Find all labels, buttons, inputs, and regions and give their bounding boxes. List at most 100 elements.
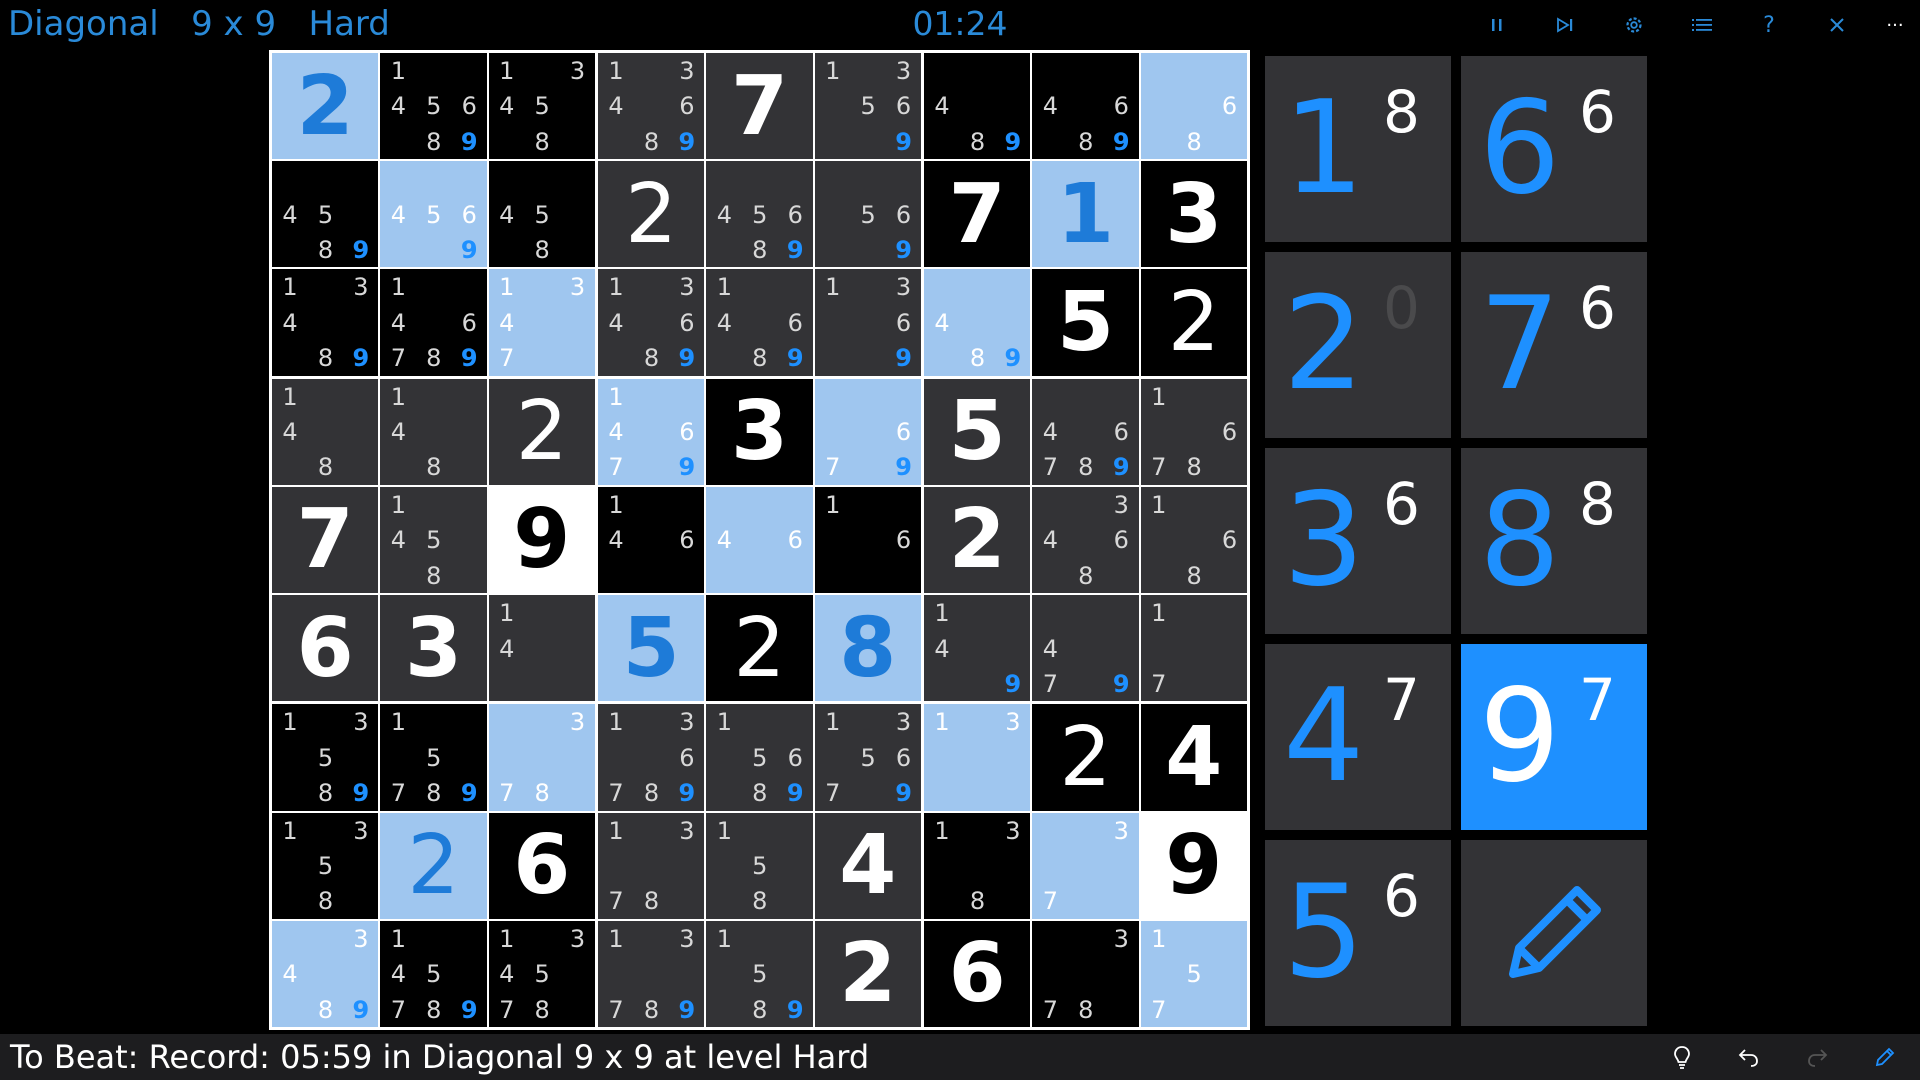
cell-r8c5[interactable]: 15 8 [706,812,813,919]
cell-r3c5[interactable]: 1 4 689 [706,269,813,376]
cell-r5c6[interactable]: 16 [814,486,921,594]
cell-r3c9[interactable]: 2 [1140,269,1247,376]
cell-r4c5[interactable]: 3 [706,378,813,485]
numpad-key-7[interactable]: 76 [1461,252,1647,438]
cell-r2c3[interactable]: 45 8 [488,161,595,268]
cell-r3c4[interactable]: 1 3 4 689 [598,269,705,376]
cell-r7c3[interactable]: 3 78 [488,704,595,811]
cell-r7c8[interactable]: 2 [1032,704,1139,811]
numpad-key-2[interactable]: 20 [1265,252,1451,438]
cell-r3c3[interactable]: 1 3 4 7 [488,269,595,376]
cell-r1c9[interactable]: 68 [1140,53,1247,160]
numpad-key-8[interactable]: 88 [1461,448,1647,634]
cell-r6c7[interactable]: 1 4 9 [924,595,1031,702]
cell-r4c7[interactable]: 5 [924,378,1031,485]
cell-r2c6[interactable]: 56 9 [814,161,921,268]
cell-r8c1[interactable]: 1 35 8 [272,812,379,919]
lightbulb-icon[interactable] [1665,1040,1699,1074]
edit-pencil-icon[interactable] [1868,1040,1902,1074]
numpad-key-4[interactable]: 47 [1265,644,1451,830]
cell-r7c6[interactable]: 1 356 7 9 [814,704,921,811]
numpad-key-6[interactable]: 66 [1461,56,1647,242]
cell-r6c8[interactable]: 4 7 9 [1032,595,1139,702]
pencil-mode-button[interactable] [1461,840,1647,1026]
more-icon[interactable]: ··· [1878,8,1912,42]
cell-r9c1[interactable]: 3 489 [272,920,379,1027]
cell-r5c9[interactable]: 1 68 [1140,486,1247,594]
cell-r9c8[interactable]: 3 78 [1032,920,1139,1027]
cell-r1c3[interactable]: 1 3 45 8 [488,53,595,160]
cell-r4c9[interactable]: 1678 [1140,378,1247,485]
cell-r8c9[interactable]: 9 [1140,812,1247,919]
help-icon[interactable]: ? [1752,8,1786,42]
cell-r1c4[interactable]: 1 3 4 689 [598,53,705,160]
cell-r9c5[interactable]: 1589 [706,920,813,1027]
skip-next-icon[interactable] [1548,8,1582,42]
close-icon[interactable] [1820,8,1854,42]
numpad-key-9[interactable]: 97 [1461,644,1647,830]
cell-r6c3[interactable]: 14 [488,595,595,702]
cell-r5c5[interactable]: 46 [706,486,813,594]
cell-r8c2[interactable]: 2 [380,812,487,919]
cell-r7c2[interactable]: 15789 [380,704,487,811]
cell-r3c7[interactable]: 489 [924,269,1031,376]
cell-r5c8[interactable]: 3 4 68 [1032,486,1139,594]
cell-r1c8[interactable]: 4 689 [1032,53,1139,160]
cell-r5c7[interactable]: 2 [924,486,1031,594]
numpad-key-3[interactable]: 36 [1265,448,1451,634]
cell-r6c2[interactable]: 3 [380,595,487,702]
cell-r1c5[interactable]: 7 [706,53,813,160]
cell-r4c2[interactable]: 1 48 [380,378,487,485]
cell-r8c6[interactable]: 4 [814,812,921,919]
cell-r7c7[interactable]: 13 [924,704,1031,811]
cell-r4c4[interactable]: 1 4 6 7 9 [598,378,705,485]
cell-r6c1[interactable]: 6 [272,595,379,702]
cell-r2c2[interactable]: 456 9 [380,161,487,268]
cell-r3c6[interactable]: 1 3 6 9 [814,269,921,376]
gear-icon[interactable] [1617,8,1651,42]
cell-r3c2[interactable]: 1 4 6 789 [380,269,487,376]
cell-r4c8[interactable]: 4 6 789 [1032,378,1139,485]
numpad-key-1[interactable]: 18 [1265,56,1451,242]
cell-r4c3[interactable]: 2 [488,378,595,485]
cell-r7c4[interactable]: 1 3 6 789 [598,704,705,811]
cell-r3c1[interactable]: 1 3 489 [272,269,379,376]
cell-r6c4[interactable]: 5 [598,595,705,702]
cell-r7c5[interactable]: 15689 [706,704,813,811]
cell-r2c9[interactable]: 3 [1140,161,1247,268]
cell-r9c7[interactable]: 6 [924,920,1031,1027]
cell-r9c4[interactable]: 1 3 789 [598,920,705,1027]
cell-r2c1[interactable]: 45 89 [272,161,379,268]
cell-r5c1[interactable]: 7 [272,486,379,594]
pause-icon[interactable] [1480,8,1514,42]
cell-r1c1[interactable]: 2 [272,53,379,160]
list-icon[interactable] [1685,8,1719,42]
cell-r2c7[interactable]: 7 [924,161,1031,268]
undo-icon[interactable] [1732,1040,1766,1074]
cell-r2c8[interactable]: 1 [1032,161,1139,268]
cell-r9c2[interactable]: 1 45789 [380,920,487,1027]
cell-r9c9[interactable]: 157 [1140,920,1247,1027]
numpad-key-5[interactable]: 56 [1265,840,1451,1026]
cell-r2c5[interactable]: 45689 [706,161,813,268]
cell-r6c5[interactable]: 2 [706,595,813,702]
cell-r9c3[interactable]: 1 3 4578 [488,920,595,1027]
cell-r7c9[interactable]: 4 [1140,704,1247,811]
cell-r5c4[interactable]: 1 4 6 [598,486,705,594]
cell-r7c1[interactable]: 1 35 89 [272,704,379,811]
cell-r8c3[interactable]: 6 [488,812,595,919]
cell-r5c2[interactable]: 1 45 8 [380,486,487,594]
cell-r4c6[interactable]: 6 7 9 [814,378,921,485]
cell-r1c2[interactable]: 1 45689 [380,53,487,160]
redo-icon[interactable] [1800,1040,1834,1074]
cell-r4c1[interactable]: 1 48 [272,378,379,485]
cell-r3c8[interactable]: 5 [1032,269,1139,376]
cell-r1c6[interactable]: 1 356 9 [814,53,921,160]
cell-r8c8[interactable]: 37 [1032,812,1139,919]
cell-r8c7[interactable]: 1 3 8 [924,812,1031,919]
cell-r6c6[interactable]: 8 [814,595,921,702]
cell-r5c3[interactable]: 9 [488,486,595,594]
cell-r9c6[interactable]: 2 [814,920,921,1027]
cell-r2c4[interactable]: 2 [598,161,705,268]
cell-r8c4[interactable]: 1 3 78 [598,812,705,919]
